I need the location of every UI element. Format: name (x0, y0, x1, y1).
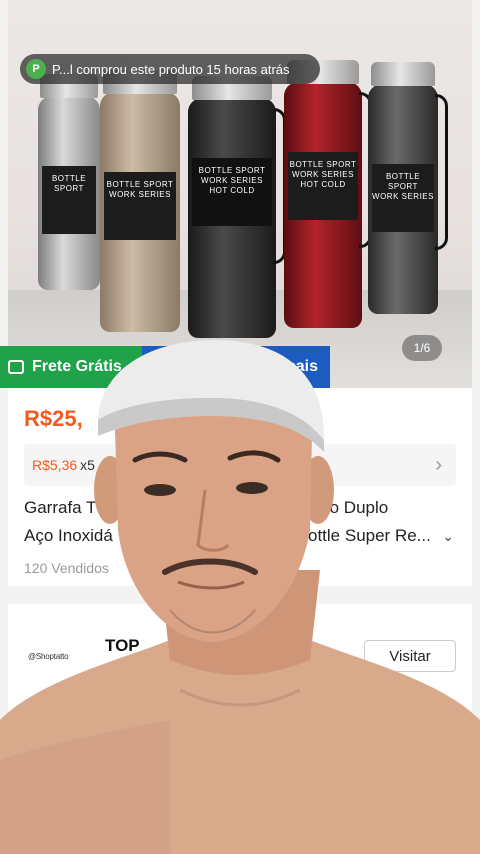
purchase-notification: P P...l comprou este produto 15 horas at… (20, 54, 320, 84)
bottle-label: BOTTLE SPORT (42, 166, 96, 234)
creator-overlay (0, 340, 480, 854)
bottle-cap (370, 62, 436, 86)
bottle-strap (435, 94, 448, 250)
creator-eye-left (144, 484, 176, 496)
bottle-label: BOTTLE SPORT WORK SERIES (104, 172, 176, 240)
bottle-label: BOTTLE SPORT WORK SERIES HOT COLD (192, 158, 272, 226)
bottle-gold: BOTTLE SPORT WORK SERIES (100, 70, 180, 332)
bottle-silver: BOTTLE SPORT (38, 74, 100, 290)
notification-text: P...l comprou este produto 15 horas atrá… (52, 61, 290, 77)
bottle-red: BOTTLE SPORT WORK SERIES HOT COLD (284, 60, 372, 328)
buyer-avatar: P (26, 59, 46, 79)
bottle-label: BOTTLE SPORT WORK SERIES (372, 164, 434, 232)
bottle-gunmetal: BOTTLE SPORT WORK SERIES (368, 62, 448, 314)
bottle-black: BOTTLE SPORT WORK SERIES HOT COLD (188, 76, 286, 338)
bottle-label: BOTTLE SPORT WORK SERIES HOT COLD (288, 152, 358, 220)
creator-eye-right (236, 482, 268, 494)
